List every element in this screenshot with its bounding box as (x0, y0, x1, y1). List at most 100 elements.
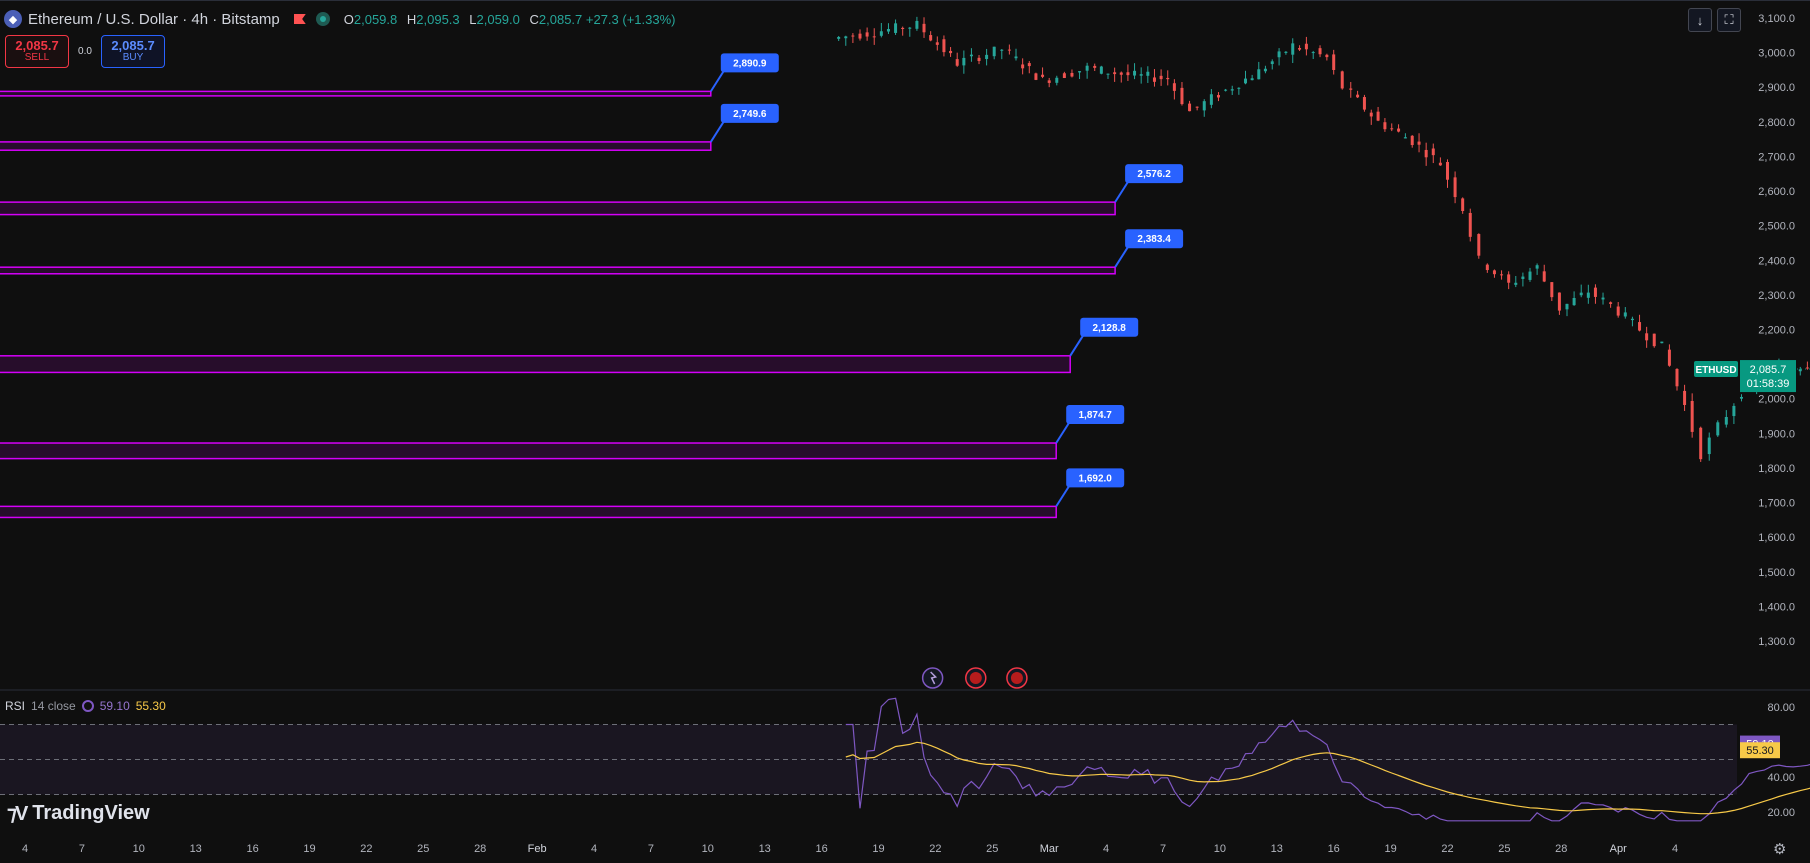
candle-body (1528, 271, 1532, 280)
candle-body (1055, 77, 1059, 83)
rsi-ma-label: 55.30 (1746, 745, 1774, 757)
candle-body (1139, 74, 1143, 76)
symbol-title[interactable]: Ethereum / U.S. Dollar · 4h · Bitstamp (28, 11, 280, 28)
last-price-value: 2,085.7 (1750, 364, 1787, 376)
time-tick-label: Mar (1040, 843, 1059, 855)
candle-body (1202, 101, 1206, 111)
candle-body (1311, 52, 1315, 54)
gear-icon[interactable]: ⚙ (1773, 840, 1786, 858)
buy-button[interactable]: 2,085.7 BUY (101, 35, 165, 68)
time-tick-label: 10 (133, 843, 145, 855)
candle-body (1021, 64, 1025, 69)
price-tick-label: 2,300.0 (1758, 290, 1795, 302)
candle-body (1172, 83, 1176, 91)
price-tick-label: 1,900.0 (1758, 428, 1795, 440)
candle-body (1468, 212, 1472, 237)
price-tick-label: 2,000.0 (1758, 394, 1795, 406)
candle-body (1041, 74, 1045, 77)
time-tick-label: 22 (1441, 843, 1453, 855)
tradingview-wordmark: TradingView (32, 802, 150, 824)
countdown-value: 01:58:39 (1747, 378, 1790, 390)
candle-body (1224, 89, 1228, 91)
level-label: 2,749.6 (733, 109, 767, 120)
time-tick-label: 16 (1328, 843, 1340, 855)
candle-body (1047, 80, 1051, 83)
candle-body (1507, 274, 1511, 283)
time-tick-label: 13 (190, 843, 202, 855)
price-tick-label: 2,700.0 (1758, 151, 1795, 163)
fullscreen-icon[interactable]: ⛶ (1717, 8, 1741, 32)
ohlc-low-value: 2,059.0 (476, 11, 520, 27)
candle-body (1093, 65, 1097, 68)
candle-body (1244, 78, 1248, 84)
candle-body (949, 50, 953, 54)
time-tick-label: 25 (986, 843, 998, 855)
candle-body (1500, 274, 1504, 276)
candle-body (1438, 162, 1442, 166)
candle-body (1230, 89, 1234, 91)
price-tick-label: 2,200.0 (1758, 325, 1795, 337)
candle-body (1390, 128, 1394, 130)
buy-label: BUY (122, 52, 144, 64)
candle-body (1325, 54, 1329, 58)
candle-body (1291, 43, 1295, 55)
time-tick-label: 4 (22, 843, 28, 855)
level-zone (0, 90, 712, 97)
sell-label: SELL (24, 52, 50, 64)
candle-body (1417, 141, 1421, 145)
candle-body (872, 36, 876, 38)
level-zone (0, 201, 1116, 216)
candle-body (1739, 396, 1743, 399)
candle-body (1514, 282, 1518, 285)
price-tick-label: 2,900.0 (1758, 82, 1795, 94)
ohlc-high-key: H (406, 11, 417, 27)
price-tick-label: 1,600.0 (1758, 532, 1795, 544)
candle-body (1579, 292, 1583, 296)
spread-value: 0.0 (78, 46, 92, 57)
flag-icon[interactable] (293, 14, 306, 24)
candle-body (942, 39, 946, 53)
candle-body (1277, 51, 1281, 58)
candle-body (1675, 368, 1679, 387)
candle-body (1188, 103, 1192, 112)
rsi-tick-label: 20.00 (1767, 807, 1795, 819)
candle-body (1119, 72, 1123, 75)
rsi-params: 14 close (31, 699, 76, 713)
candle-body (858, 33, 862, 39)
level-label: 1,692.0 (1079, 473, 1113, 484)
tradingview-logo[interactable]: ⁊V TradingView (7, 801, 150, 826)
time-tick-label: 25 (417, 843, 429, 855)
sell-button[interactable]: 2,085.7 SELL (5, 35, 69, 68)
candle-body (879, 31, 883, 36)
candle-body (1383, 122, 1387, 130)
rsi-value: 59.10 (99, 699, 130, 713)
time-tick-label: 19 (303, 843, 315, 855)
candle-body (1616, 306, 1620, 316)
candle-body (1270, 61, 1274, 65)
level-label: 2,890.9 (733, 58, 767, 69)
chart-canvas[interactable]: 3,100.0 3,000.0 2,900.0 2,800.0 2,700.0 2,600… (0, 0, 1810, 863)
candle-body (1645, 333, 1649, 341)
candle-body (1652, 333, 1656, 347)
download-icon[interactable]: ↓ (1688, 8, 1712, 32)
candle-body (1078, 71, 1082, 73)
price-tick-label: 3,000.0 (1758, 48, 1795, 60)
candle-body (935, 42, 939, 45)
candle-body (1263, 68, 1267, 72)
candle-body (1298, 48, 1302, 50)
rsi-tick-label: 40.00 (1767, 772, 1795, 784)
candle-body (1369, 112, 1373, 117)
candle-body (1535, 265, 1539, 269)
time-tick-label: 28 (474, 843, 486, 855)
candle-body (865, 32, 869, 37)
candle-body (1638, 322, 1642, 331)
candle-body (1660, 341, 1664, 344)
candle-body (1356, 94, 1360, 98)
candle-body (1250, 78, 1254, 81)
candle-body (1446, 162, 1449, 180)
rsi-settings-icon[interactable] (81, 700, 94, 712)
candle-body (929, 35, 933, 41)
level-zone (0, 141, 712, 151)
rsi-legend[interactable]: RSI 14 close 59.10 55.30 (5, 699, 166, 713)
candle-body (1593, 287, 1597, 297)
